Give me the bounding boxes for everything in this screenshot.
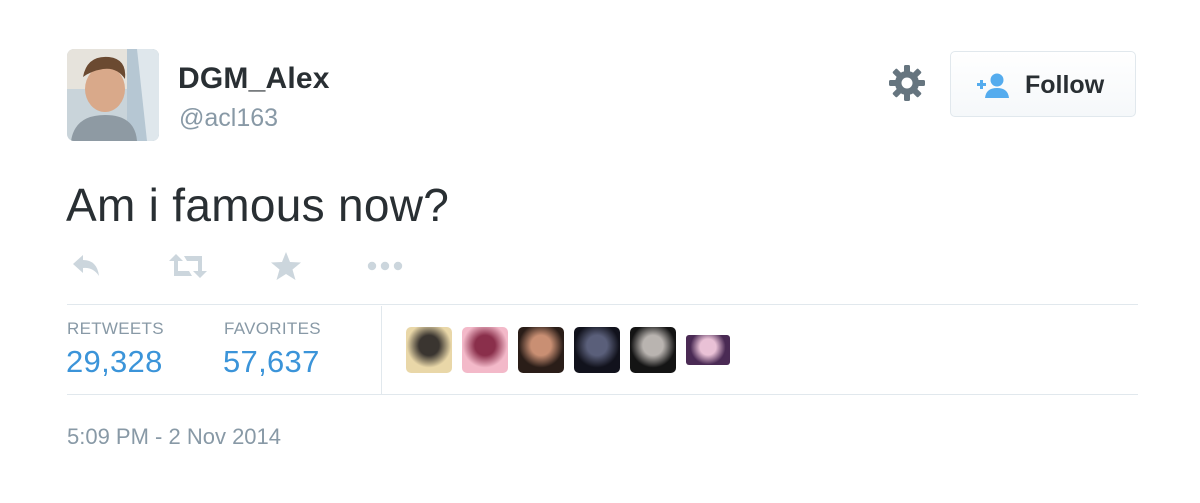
favorite-star-icon[interactable] (270, 250, 302, 282)
gear-icon[interactable] (888, 64, 926, 102)
stats-divider (381, 306, 382, 394)
divider-top (67, 304, 1138, 305)
retweets-count[interactable]: 29,328 (66, 344, 163, 380)
tweet-text: Am i famous now? (66, 179, 450, 231)
more-dots-icon[interactable] (366, 250, 406, 282)
divider-bottom (67, 394, 1138, 395)
favoriter-avatar[interactable] (574, 327, 620, 373)
retweets-label: RETWEETS (67, 319, 164, 338)
favoriter-avatar[interactable] (406, 327, 452, 373)
favorites-count[interactable]: 57,637 (223, 344, 320, 380)
favoriter-avatars (406, 327, 740, 373)
follow-button[interactable]: Follow (950, 51, 1136, 117)
favoriter-avatar[interactable] (462, 327, 508, 373)
favoriter-avatar[interactable] (686, 335, 730, 365)
user-handle[interactable]: @acl163 (179, 104, 278, 133)
follow-button-label: Follow (1025, 71, 1105, 99)
favoriter-avatar[interactable] (630, 327, 676, 373)
add-user-icon (977, 72, 1011, 98)
favorites-label: FAVORITES (224, 319, 321, 338)
reply-icon[interactable] (69, 250, 103, 282)
profile-avatar[interactable] (67, 49, 159, 141)
favoriter-avatar[interactable] (518, 327, 564, 373)
retweet-icon[interactable] (167, 250, 209, 282)
display-name[interactable]: DGM_Alex (178, 62, 330, 96)
tweet-timestamp[interactable]: 5:09 PM - 2 Nov 2014 (67, 424, 281, 450)
